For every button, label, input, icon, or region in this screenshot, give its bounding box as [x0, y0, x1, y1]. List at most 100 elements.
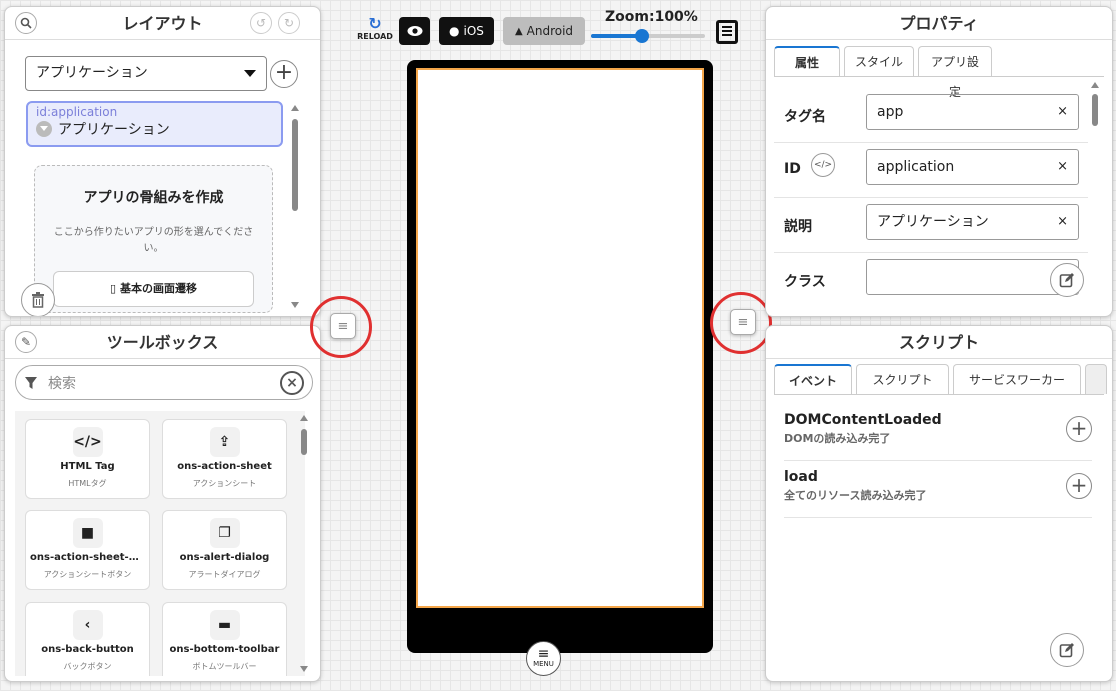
event-row-load: load 全てのリソース読み込み完了 + [784, 461, 1092, 518]
layout-select[interactable]: アプリケーション [25, 56, 267, 91]
chevron-left-icon: ‹ [72, 610, 103, 640]
toolbox-title: ツールボックス [5, 326, 320, 359]
android-button[interactable]: ▲ Android [503, 17, 585, 45]
prop-value: app [877, 104, 904, 120]
tool-bottom-toolbar[interactable]: ▬ ons-bottom-toolbar ボトムツールバー [162, 602, 287, 676]
search-icon[interactable] [15, 12, 37, 34]
prop-value: application [877, 159, 955, 175]
add-event-button[interactable]: + [1066, 473, 1092, 499]
add-event-button[interactable]: + [1066, 416, 1092, 442]
app-preview-screen[interactable] [416, 68, 704, 608]
tool-subtitle: アクションシート [192, 479, 257, 488]
left-panel-toggle-icon[interactable]: ≡ [330, 313, 356, 339]
right-panel-toggle-icon[interactable]: ≡ [730, 309, 756, 335]
edit-button[interactable] [1050, 263, 1084, 297]
edit-icon [1059, 643, 1074, 658]
script-title: スクリプト [766, 326, 1112, 359]
tab-overflow[interactable] [1085, 364, 1107, 394]
tab-service-worker[interactable]: サービスワーカー [953, 364, 1081, 394]
square-icon: ■ [72, 518, 103, 548]
tool-action-sheet-button[interactable]: ■ ons-action-sheet-bu… アクションシートボタン [25, 510, 150, 590]
code-icon: </> [72, 427, 103, 457]
empty-description: ここから作りたいアプリの形を選んでください。 [53, 227, 254, 254]
class-field[interactable] [866, 259, 1079, 295]
event-name: load [784, 469, 818, 485]
tool-name: ons-action-sheet-bu… [30, 552, 149, 563]
tool-name: ons-action-sheet [177, 461, 272, 472]
zoom-slider-thumb[interactable] [635, 29, 650, 43]
prop-label: タグ名 [784, 109, 826, 125]
tool-html-tag[interactable]: </> HTML Tag HTMLタグ [25, 419, 150, 499]
layout-select-value: アプリケーション [36, 65, 148, 81]
undo-icon[interactable]: ↺ [250, 12, 272, 34]
tab-style[interactable]: スタイル [844, 46, 914, 76]
event-description: 全てのリソース読み込み完了 [784, 489, 927, 502]
properties-scrollbar[interactable] [1090, 82, 1100, 162]
layout-scrollbar[interactable] [290, 105, 300, 308]
edit-icon[interactable]: ✎ [15, 331, 37, 353]
zoom-slider[interactable] [591, 29, 705, 43]
clear-icon[interactable]: × [1057, 150, 1068, 184]
tab-attributes[interactable]: 属性 [774, 46, 840, 76]
code-icon[interactable]: </> [811, 153, 835, 177]
id-field[interactable]: application × [866, 149, 1079, 185]
clear-icon[interactable]: × [280, 370, 304, 395]
filter-icon [25, 376, 37, 389]
description-field[interactable]: アプリケーション × [866, 204, 1079, 240]
tool-alert-dialog[interactable]: ❐ ons-alert-dialog アラートダイアログ [162, 510, 287, 590]
prop-row-id: ID </> application × [774, 143, 1088, 198]
prop-value: アプリケーション [877, 214, 989, 230]
basic-navigation-button[interactable]: ▯ 基本の画面遷移 [53, 271, 254, 307]
tool-grid: </> HTML Tag HTMLタグ ⇪ ons-action-sheet ア… [15, 411, 305, 676]
tag-name-field[interactable]: app × [866, 94, 1079, 130]
empty-app-box: アプリの骨組みを作成 ここから作りたいアプリの形を選んでください。 ▯ 基本の画… [34, 165, 273, 313]
tab-events[interactable]: イベント [774, 364, 852, 394]
redo-icon[interactable]: ↻ [278, 12, 300, 34]
trash-button[interactable] [21, 283, 55, 316]
reload-button[interactable]: ↻ RELOAD [356, 14, 394, 42]
chevron-down-icon [244, 70, 256, 77]
clear-icon[interactable]: × [1057, 205, 1068, 239]
tool-subtitle: バックボタン [63, 662, 112, 671]
script-panel: スクリプト イベント スクリプト サービスワーカー DOMContentLoad… [765, 325, 1113, 682]
tab-script[interactable]: スクリプト [856, 364, 949, 394]
layout-panel-title: レイアウト [5, 7, 320, 40]
tab-app-settings[interactable]: アプリ設定 [918, 46, 992, 99]
menu-button[interactable]: ≡ MENU [526, 641, 561, 676]
ios-label: iOS [463, 24, 484, 38]
tree-item-application[interactable]: id:application アプリケーション [26, 101, 283, 147]
edit-icon [1059, 273, 1074, 288]
toolbox-panel: ツールボックス ✎ 検索 × </> HTML Tag HTMLタグ ⇪ ons… [4, 325, 321, 682]
device-frame [407, 60, 713, 653]
tool-back-button[interactable]: ‹ ons-back-button バックボタン [25, 602, 150, 676]
clear-icon[interactable]: × [1057, 95, 1068, 129]
tree-item-id: id:application [36, 105, 118, 119]
eye-icon [407, 26, 422, 36]
event-name: DOMContentLoaded [784, 412, 942, 428]
reload-icon: ↻ [368, 14, 382, 33]
tree-item-label: アプリケーション [58, 122, 170, 138]
dialog-icon: ❐ [209, 518, 240, 548]
prop-label: クラス [784, 274, 826, 290]
preview-button[interactable] [399, 17, 430, 45]
menu-label: MENU [533, 660, 554, 668]
tool-name: HTML Tag [60, 461, 115, 472]
toolbar-icon: ▬ [209, 610, 240, 640]
tool-action-sheet[interactable]: ⇪ ons-action-sheet アクションシート [162, 419, 287, 499]
add-page-button[interactable]: + [270, 60, 298, 88]
event-row-domcontentloaded: DOMContentLoaded DOMの読み込み完了 + [784, 404, 1092, 461]
tool-name: ons-alert-dialog [179, 552, 270, 563]
device-settings-icon[interactable] [716, 20, 738, 44]
ios-button[interactable]: ● iOS [439, 17, 494, 45]
zoom-label: Zoom:100% [605, 9, 698, 25]
tool-name: ons-bottom-toolbar [169, 644, 280, 655]
upload-icon: ⇪ [209, 427, 240, 457]
android-icon: ▲ [514, 25, 523, 37]
search-placeholder: 検索 [48, 375, 76, 392]
properties-title: プロパティ [766, 7, 1112, 40]
toolbox-search-input[interactable]: 検索 × [15, 365, 313, 400]
collapse-toggle-icon[interactable] [36, 121, 52, 137]
edit-script-button[interactable] [1050, 633, 1084, 667]
toolbox-scrollbar[interactable] [299, 415, 309, 672]
prop-label: ID [784, 161, 801, 177]
